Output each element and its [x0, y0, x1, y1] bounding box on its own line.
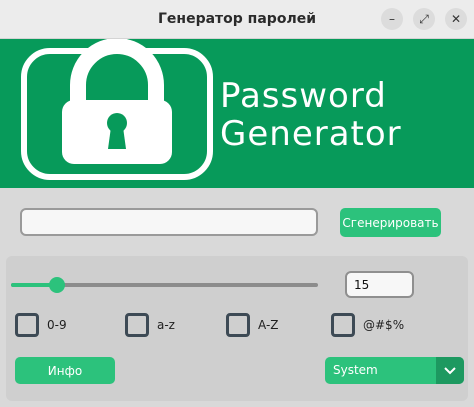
banner-title-line1: Password [220, 76, 387, 116]
close-icon: ✕ [450, 12, 462, 26]
generate-button[interactable]: Сгенерировать [340, 208, 441, 237]
checkbox-label: @#$% [363, 318, 405, 332]
info-button[interactable]: Инфо [15, 357, 115, 384]
checkbox-lowercase[interactable]: a-z [125, 313, 175, 337]
checkbox-label: A-Z [258, 318, 279, 332]
maximize-button[interactable]: ⤢ [413, 8, 435, 30]
minimize-button[interactable]: – [381, 8, 403, 30]
chevron-down-icon[interactable] [436, 357, 464, 384]
checkbox-digits[interactable]: 0-9 [15, 313, 67, 337]
theme-select-value: System [333, 363, 378, 377]
password-output-field[interactable] [20, 208, 318, 236]
checkbox-box[interactable] [226, 313, 250, 337]
checkbox-box[interactable] [15, 313, 39, 337]
checkbox-box[interactable] [125, 313, 149, 337]
checkbox-box[interactable] [331, 313, 355, 337]
banner-title-line2: Generator [220, 114, 402, 154]
info-button-label: Инфо [47, 363, 83, 378]
title-bar: Генератор паролей – ⤢ ✕ [0, 0, 474, 39]
minimize-icon: – [389, 12, 395, 26]
checkbox-label: 0-9 [47, 318, 67, 332]
header-banner: Password Generator [0, 39, 474, 188]
checkbox-symbols[interactable]: @#$% [331, 313, 405, 337]
maximize-icon: ⤢ [419, 11, 429, 26]
generate-button-label: Сгенерировать [342, 215, 439, 230]
theme-select[interactable]: System [325, 357, 464, 384]
length-slider-thumb[interactable] [49, 277, 66, 293]
length-input[interactable] [345, 271, 414, 298]
checkbox-label: a-z [157, 318, 175, 332]
close-button[interactable]: ✕ [445, 8, 467, 30]
checkbox-uppercase[interactable]: A-Z [226, 313, 279, 337]
length-slider[interactable] [11, 277, 318, 293]
